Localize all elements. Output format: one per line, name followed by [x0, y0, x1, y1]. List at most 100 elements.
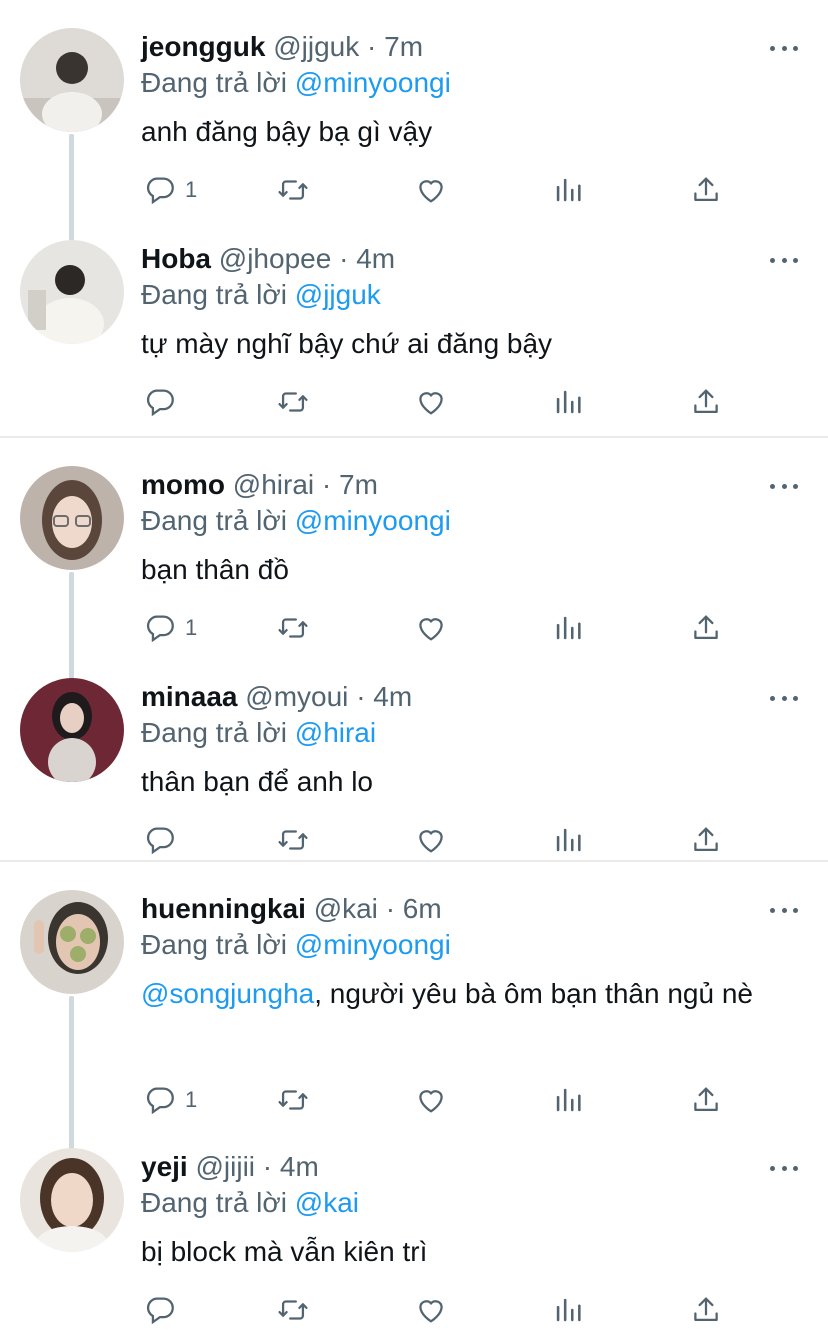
- like-button[interactable]: [414, 610, 448, 646]
- reply-count: 1: [185, 177, 198, 202]
- more-icon[interactable]: [770, 688, 798, 708]
- tweet-minaaa[interactable]: minaaa @myoui · 4m Đang trả lời @hirai t…: [0, 650, 828, 862]
- like-icon: [419, 618, 443, 641]
- reply-icon: [146, 827, 174, 855]
- tweet-yeji[interactable]: yeji @jijii · 4m Đang trả lời @kai bị bl…: [0, 1120, 828, 1332]
- reply-button[interactable]: 1: [143, 172, 197, 208]
- more-icon[interactable]: [770, 900, 798, 920]
- retweet-icon: [278, 1090, 308, 1110]
- views-button[interactable]: [551, 1082, 585, 1118]
- action-bar: 1: [141, 610, 741, 650]
- more-icon[interactable]: [770, 38, 798, 58]
- replying-to: Đang trả lời @hirai: [141, 716, 376, 750]
- replying-label: Đang trả lời: [141, 929, 287, 960]
- share-icon: [694, 827, 718, 852]
- views-icon: [556, 1088, 581, 1112]
- reply-icon: [146, 1087, 174, 1115]
- views-button[interactable]: [551, 384, 585, 420]
- tweet-header: minaaa @myoui · 4m: [141, 680, 412, 714]
- reply-button[interactable]: [143, 822, 185, 858]
- display-name[interactable]: momo: [141, 469, 225, 500]
- thread-2: momo @hirai · 7m Đang trả lời @minyoongi…: [0, 436, 828, 860]
- separator-dot: ·: [367, 31, 377, 62]
- separator-dot: ·: [339, 243, 349, 274]
- reply-count: 1: [185, 615, 198, 640]
- replying-label: Đang trả lời: [141, 279, 287, 310]
- action-bar: [141, 822, 741, 862]
- user-handle[interactable]: @hirai: [233, 469, 314, 500]
- share-button[interactable]: [689, 610, 723, 646]
- views-button[interactable]: [551, 172, 585, 208]
- tweet-huenningkai[interactable]: huenningkai @kai · 6m Đang trả lời @miny…: [0, 862, 828, 1120]
- timestamp[interactable]: 4m: [373, 681, 412, 712]
- avatar[interactable]: [20, 890, 124, 994]
- user-handle[interactable]: @kai: [314, 893, 378, 924]
- thread-1: jeongguk @jjguk · 7m Đang trả lời @minyo…: [0, 0, 828, 436]
- reply-to-mention[interactable]: @hirai: [295, 717, 376, 748]
- views-button[interactable]: [551, 610, 585, 646]
- separator-dot: ·: [385, 893, 396, 924]
- more-icon[interactable]: [770, 250, 798, 270]
- like-button[interactable]: [414, 172, 448, 208]
- share-icon: [694, 1297, 718, 1322]
- tweet-text: @songjungha, người yêu bà ôm bạn thân ng…: [141, 976, 781, 1012]
- avatar[interactable]: [20, 466, 124, 570]
- user-handle[interactable]: @jijii: [195, 1151, 255, 1182]
- retweet-button[interactable]: [276, 1082, 310, 1118]
- timestamp[interactable]: 7m: [384, 31, 423, 62]
- action-bar: 1: [141, 1082, 741, 1122]
- user-handle[interactable]: @myoui: [245, 681, 348, 712]
- tweet-jeongguk[interactable]: jeongguk @jjguk · 7m Đang trả lời @minyo…: [0, 0, 828, 212]
- more-icon[interactable]: [770, 1158, 798, 1178]
- retweet-button[interactable]: [276, 172, 310, 208]
- timestamp[interactable]: 4m: [280, 1151, 319, 1182]
- display-name[interactable]: yeji: [141, 1151, 188, 1182]
- reply-to-mention[interactable]: @jjguk: [295, 279, 381, 310]
- tweet-header: huenningkai @kai · 6m: [141, 892, 442, 926]
- user-handle[interactable]: @jhopee: [219, 243, 332, 274]
- display-name[interactable]: jeongguk: [141, 31, 265, 62]
- more-icon[interactable]: [770, 476, 798, 496]
- share-button[interactable]: [689, 1082, 723, 1118]
- display-name[interactable]: Hoba: [141, 243, 211, 274]
- tweet-header: yeji @jijii · 4m: [141, 1150, 319, 1184]
- retweet-icon: [278, 830, 308, 850]
- text-mention[interactable]: @songjungha: [141, 978, 314, 1009]
- display-name[interactable]: minaaa: [141, 681, 238, 712]
- share-button[interactable]: [689, 172, 723, 208]
- replying-label: Đang trả lời: [141, 1187, 287, 1218]
- like-button[interactable]: [414, 384, 448, 420]
- retweet-icon: [278, 1300, 308, 1320]
- avatar[interactable]: [20, 28, 124, 132]
- display-name[interactable]: huenningkai: [141, 893, 306, 924]
- retweet-button[interactable]: [276, 822, 310, 858]
- reply-button[interactable]: 1: [143, 610, 197, 646]
- avatar[interactable]: [20, 678, 124, 782]
- like-button[interactable]: [414, 1082, 448, 1118]
- avatar[interactable]: [20, 240, 124, 344]
- share-button[interactable]: [689, 384, 723, 420]
- views-icon: [556, 616, 581, 640]
- views-button[interactable]: [551, 822, 585, 858]
- share-button[interactable]: [689, 822, 723, 858]
- timestamp[interactable]: 4m: [356, 243, 395, 274]
- tweet-hoba[interactable]: Hoba @jhopee · 4m Đang trả lời @jjguk tự…: [0, 212, 828, 424]
- user-handle[interactable]: @jjguk: [273, 31, 359, 62]
- reply-to-mention[interactable]: @kai: [295, 1187, 359, 1218]
- timestamp[interactable]: 7m: [339, 469, 378, 500]
- reply-button[interactable]: 1: [143, 1082, 197, 1118]
- reply-to-mention[interactable]: @minyoongi: [295, 929, 451, 960]
- reply-to-mention[interactable]: @minyoongi: [295, 67, 451, 98]
- replying-label: Đang trả lời: [141, 717, 287, 748]
- tweet-momo[interactable]: momo @hirai · 7m Đang trả lời @minyoongi…: [0, 438, 828, 650]
- retweet-button[interactable]: [276, 610, 310, 646]
- avatar[interactable]: [20, 1148, 124, 1252]
- like-button[interactable]: [414, 822, 448, 858]
- reply-icon: [146, 1297, 174, 1325]
- retweet-button[interactable]: [276, 384, 310, 420]
- retweet-icon: [278, 618, 308, 638]
- reply-button[interactable]: [143, 384, 185, 420]
- timestamp[interactable]: 6m: [403, 893, 442, 924]
- reply-to-mention[interactable]: @minyoongi: [295, 505, 451, 536]
- like-icon: [419, 1300, 443, 1323]
